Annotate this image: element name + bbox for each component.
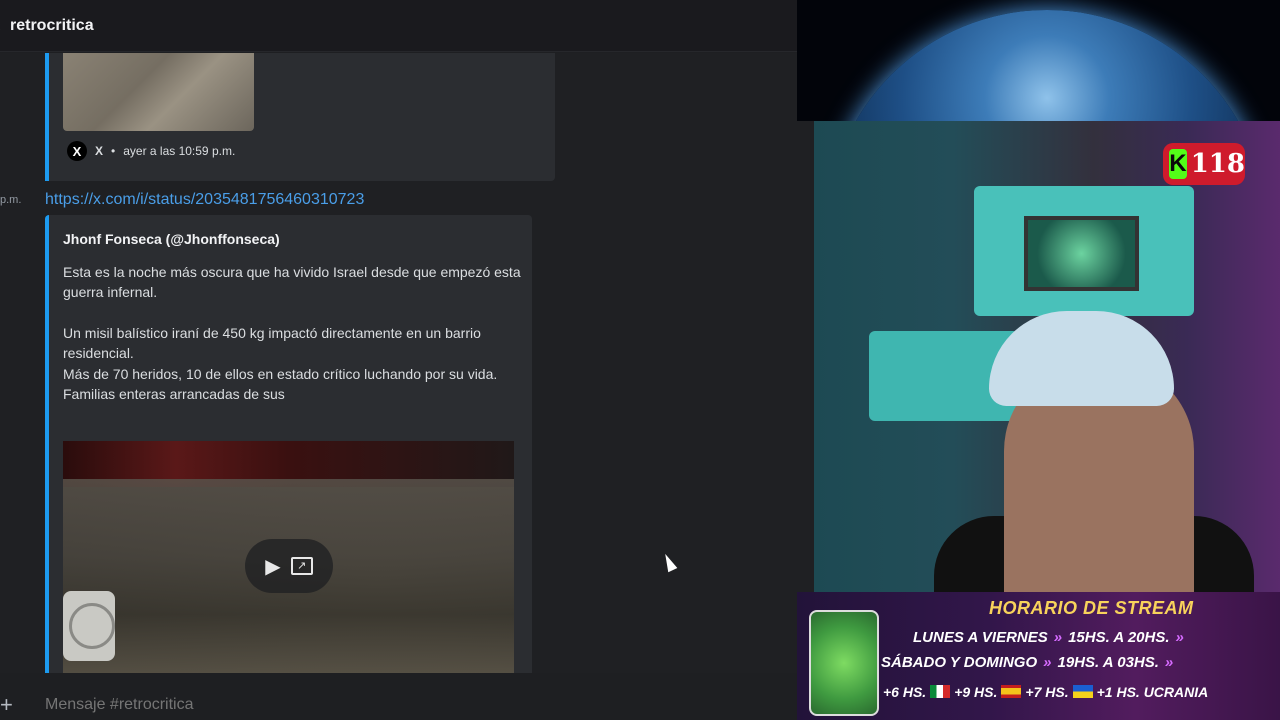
embed-source: X — [95, 144, 104, 158]
message-timestamp: p.m. — [0, 194, 22, 206]
spain-flag-icon — [1001, 685, 1022, 698]
mexico-flag-icon — [930, 685, 951, 698]
tz-offset: +7 HS. — [1025, 684, 1069, 700]
embed-previous: X X • ayer a las 10:59 p.m. — [45, 53, 555, 181]
arrow-icon: » — [1043, 654, 1052, 671]
tz-offset: +1 HS. UCRANIA — [1096, 684, 1209, 700]
background-radar-screen — [1024, 216, 1139, 291]
channel-title: retrocritica — [10, 16, 94, 34]
description-line: Esta es la noche más oscura que ha vivid… — [63, 264, 521, 301]
weekday-label: LUNES A VIERNES — [913, 629, 1048, 646]
discord-panel: ‹ retrocritica X X • ayer a las 10:59 p.… — [0, 0, 814, 720]
weekend-label: SÁBADO Y DOMINGO — [881, 654, 1038, 671]
embed-description: Esta es la noche más oscura que ha vivid… — [63, 262, 523, 404]
arrow-icon: » — [1175, 629, 1184, 646]
viewer-count: 118 — [1190, 149, 1245, 179]
kick-logo-icon: K — [1169, 149, 1187, 179]
embed-image[interactable] — [63, 53, 254, 131]
weekday-schedule: LUNES A VIERNES » 15HS. A 20HS. » — [913, 629, 1190, 646]
earth-graphic — [827, 10, 1267, 121]
tz-offset: +6 HS. — [883, 684, 927, 700]
embed-footer: X X • ayer a las 10:59 p.m. — [67, 141, 235, 161]
embed-video[interactable]: ▶ ↗ — [63, 441, 514, 673]
tz-offset: +9 HS. — [954, 684, 998, 700]
weekday-time: 15HS. A 20HS. — [1068, 629, 1170, 646]
weekend-schedule: SÁBADO Y DOMINGO » 19HS. A 03HS. » — [881, 654, 1179, 671]
mouse-cursor-icon — [660, 551, 678, 573]
kick-viewer-badge: K 118 — [1163, 143, 1245, 185]
footer-separator: • — [111, 144, 116, 158]
play-icon[interactable]: ▶ — [265, 554, 280, 579]
video-frame-fan — [63, 591, 115, 661]
banner-title: HORARIO DE STREAM — [989, 598, 1194, 618]
message-input[interactable] — [45, 696, 745, 714]
description-line: Más de 70 heridos, 10 de ellos en estado… — [63, 365, 498, 382]
weekend-time: 19HS. A 03HS. — [1057, 654, 1159, 671]
x-logo-icon: X — [67, 141, 87, 161]
message-composer: + — [0, 686, 797, 720]
message-link[interactable]: https://x.com/i/status/20354817564603107… — [45, 191, 364, 209]
open-external-icon[interactable]: ↗ — [290, 557, 313, 575]
embed-timestamp: ayer a las 10:59 p.m. — [123, 144, 236, 158]
stream-overlay-earth — [797, 0, 1280, 121]
description-line: Un misil balístico iraní de 450 kg impac… — [63, 324, 481, 362]
embed-author[interactable]: Jhonf Fonseca (@Jhonffonseca) — [63, 231, 280, 247]
chevron-left-icon[interactable]: ‹ — [0, 18, 6, 34]
video-controls[interactable]: ▶ ↗ — [245, 539, 333, 593]
plus-icon[interactable]: + — [0, 692, 13, 718]
jar-graphic — [809, 610, 879, 716]
arrow-icon: » — [1053, 629, 1063, 646]
screen: ‹ retrocritica X X • ayer a las 10:59 p.… — [0, 0, 1280, 720]
description-line: Familias enteras arrancadas de sus — [63, 386, 285, 403]
timezone-row: +6 HS. +9 HS. +7 HS. +1 HS. UCRANIA — [883, 684, 1208, 700]
channel-header: ‹ retrocritica — [0, 0, 797, 52]
streamer-cap — [989, 311, 1174, 406]
ukraine-flag-icon — [1072, 685, 1093, 698]
schedule-banner: HORARIO DE STREAM LUNES A VIERNES » 15HS. … — [797, 592, 1280, 720]
message-list[interactable]: X X • ayer a las 10:59 p.m. p.m. https:/… — [0, 53, 814, 673]
webcam-feed — [814, 121, 1280, 592]
arrow-icon: » — [1164, 654, 1174, 671]
embed-tweet: Jhonf Fonseca (@Jhonffonseca) Esta es la… — [45, 215, 532, 673]
